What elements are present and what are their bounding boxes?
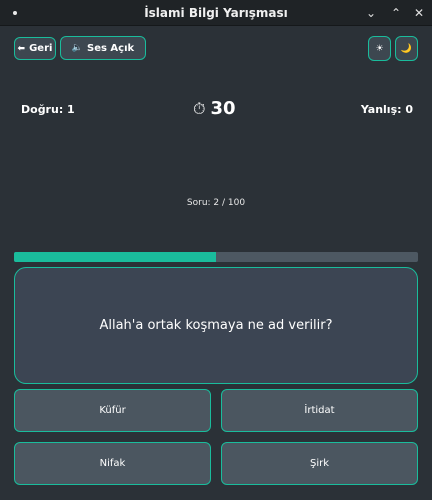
wrong-count: Yanlış: 0 — [360, 103, 413, 116]
timer-seconds: 30 — [210, 98, 236, 119]
stopwatch-icon: ⏱ — [193, 99, 206, 118]
answer-button-1[interactable]: Küfür — [14, 389, 211, 432]
sun-icon: ☀ — [375, 43, 384, 54]
back-arrow-icon: ⬅ — [17, 43, 26, 54]
window-menu-icon[interactable] — [13, 11, 17, 15]
back-button[interactable]: ⬅ Geri — [14, 37, 56, 60]
question-text: Allah'a ortak koşmaya ne ad verilir? — [99, 318, 333, 333]
back-button-label: Geri — [29, 43, 53, 54]
light-theme-button[interactable]: ☀ — [368, 36, 391, 61]
maximize-icon[interactable]: ⌃ — [387, 4, 405, 22]
window-titlebar: İslami Bilgi Yarışması ⌄ ⌃ ✕ — [0, 0, 432, 26]
progress-bar-fill — [14, 252, 216, 262]
answer-button-2[interactable]: İrtidat — [221, 389, 418, 432]
answer-button-3[interactable]: Nifak — [14, 442, 211, 485]
sound-toggle-label: Ses Açık — [87, 42, 135, 54]
question-card: Allah'a ortak koşmaya ne ad verilir? — [14, 267, 418, 384]
timer: ⏱ 30 — [193, 99, 236, 119]
window-title: İslami Bilgi Yarışması — [144, 5, 288, 20]
minimize-icon[interactable]: ⌄ — [362, 4, 380, 22]
progress-bar — [14, 252, 418, 262]
answer-button-4[interactable]: Şirk — [221, 442, 418, 485]
moon-icon: 🌙 — [400, 43, 413, 54]
question-counter: Soru: 2 / 100 — [186, 198, 246, 208]
dark-theme-button[interactable]: 🌙 — [395, 36, 418, 61]
sound-toggle-button[interactable]: 🔈 Ses Açık — [60, 36, 146, 60]
speaker-icon: 🔈 — [71, 43, 84, 53]
close-icon[interactable]: ✕ — [410, 4, 428, 22]
correct-count: Doğru: 1 — [21, 103, 75, 116]
